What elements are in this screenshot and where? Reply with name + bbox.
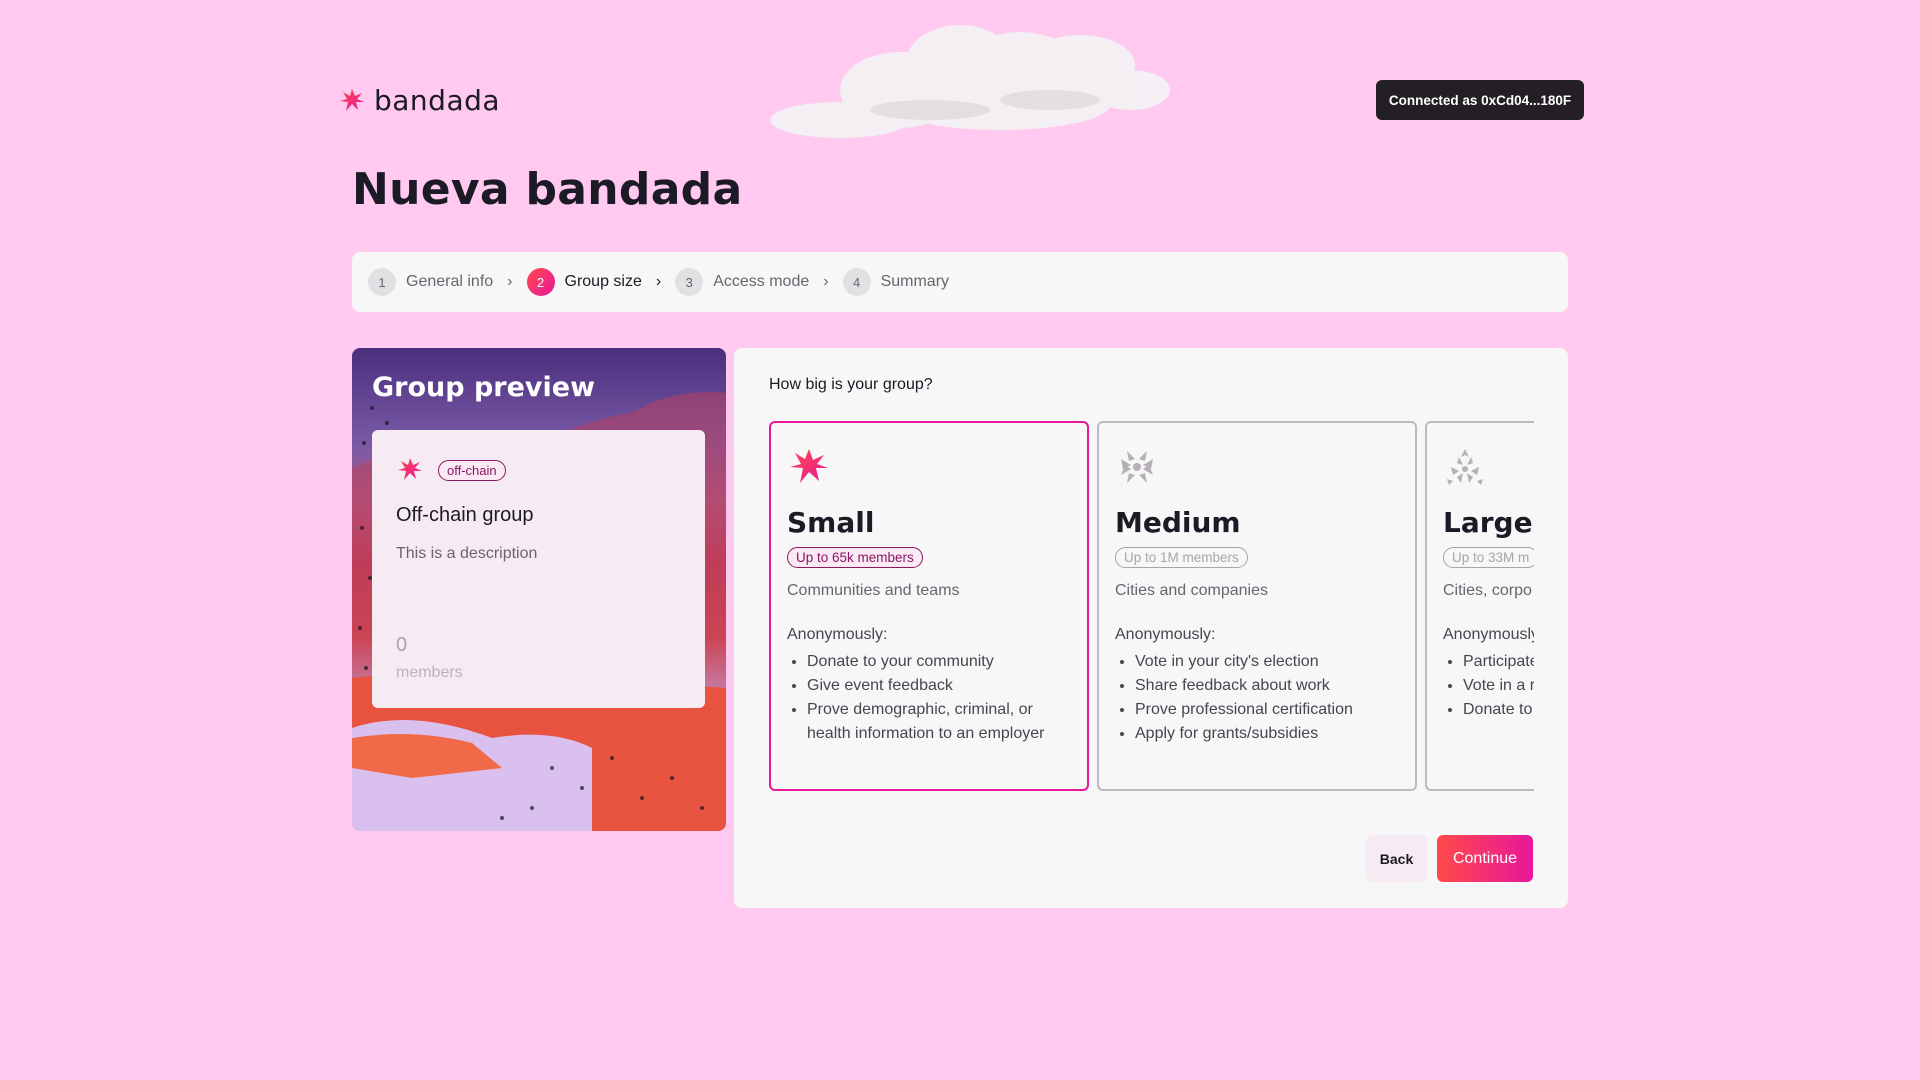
list-item: Give event feedback	[807, 674, 1071, 698]
size-subtitle: Cities, corpo	[1443, 582, 1532, 599]
step-group-size[interactable]: 2 Group size	[526, 268, 642, 296]
small-flock-icon	[790, 449, 828, 483]
use-case-list: Participate Vote in a r Donate to	[1443, 650, 1534, 722]
list-item: Prove demographic, criminal, or health i…	[807, 698, 1071, 746]
use-case-list: Donate to your community Give event feed…	[787, 650, 1071, 746]
step-number: 4	[842, 268, 871, 296]
chevron-right-icon: ›	[655, 273, 662, 290]
step-number: 3	[675, 268, 704, 296]
anonymously-label: Anonymously:	[1115, 626, 1216, 643]
step-label: General info	[406, 273, 494, 290]
member-count-label: members	[396, 664, 463, 681]
list-item: Donate to your community	[807, 650, 1071, 674]
medium-flock-icon	[1121, 451, 1153, 483]
size-name: Large	[1443, 506, 1533, 539]
group-size-panel: How big is your group? Small Up to 65k m…	[734, 348, 1568, 908]
size-option-large[interactable]: Large Up to 33M m Cities, corpo Anonymou…	[1425, 421, 1534, 791]
list-item: Apply for grants/subsidies	[1135, 722, 1399, 746]
preview-group-card: off-chain Off-chain group This is a desc…	[372, 430, 705, 708]
large-flock-icon	[1447, 449, 1483, 485]
logo[interactable]: bandada	[338, 84, 500, 117]
size-options: Small Up to 65k members Communities and …	[769, 421, 1534, 792]
connected-wallet-button[interactable]: Connected as 0xCd04...180F	[1376, 80, 1584, 120]
size-option-medium[interactable]: Medium Up to 1M members Cities and compa…	[1097, 421, 1417, 791]
back-button[interactable]: Back	[1366, 835, 1427, 882]
chevron-right-icon: ›	[823, 273, 829, 290]
step-access-mode[interactable]: 3 Access mode	[675, 268, 809, 296]
logo-text: bandada	[374, 84, 501, 117]
size-badge: Up to 65k members	[787, 547, 923, 568]
stepper: 1 General info › 2 Group size › 3 Access…	[352, 252, 1568, 312]
list-item: Prove professional certification	[1135, 698, 1399, 722]
size-name: Small	[787, 506, 875, 539]
step-summary[interactable]: 4 Summary	[842, 268, 950, 296]
anonymously-label: Anonymously:	[787, 626, 888, 643]
size-subtitle: Cities and companies	[1115, 582, 1268, 599]
anonymously-label: Anonymously:	[1443, 626, 1534, 643]
size-option-small[interactable]: Small Up to 65k members Communities and …	[769, 421, 1089, 791]
bandada-logo-icon	[398, 458, 422, 480]
group-type-badge: off-chain	[438, 459, 506, 481]
step-number: 2	[526, 268, 555, 296]
member-count: 0	[396, 634, 408, 656]
step-label: Group size	[564, 273, 642, 290]
chevron-right-icon: ›	[507, 273, 513, 290]
size-badge: Up to 33M m	[1443, 547, 1534, 568]
size-name: Medium	[1115, 506, 1241, 539]
group-description: This is a description	[396, 545, 538, 562]
step-general-info[interactable]: 1 General info	[368, 268, 493, 296]
continue-button[interactable]: Continue	[1437, 835, 1533, 882]
size-badge: Up to 1M members	[1115, 547, 1248, 568]
bandada-logo-icon	[340, 88, 364, 111]
group-name: Off-chain group	[396, 504, 534, 526]
list-item: Vote in your city's election	[1135, 650, 1399, 674]
page-title: Nueva bandada	[352, 164, 743, 215]
cloud-decoration	[770, 25, 1170, 138]
use-case-list: Vote in your city's election Share feedb…	[1115, 650, 1399, 746]
size-subtitle: Communities and teams	[787, 582, 960, 599]
list-item: Vote in a r	[1463, 674, 1534, 698]
question-label: How big is your group?	[769, 376, 933, 393]
preview-title: Group preview	[372, 372, 596, 403]
step-label: Access mode	[713, 273, 810, 290]
list-item: Share feedback about work	[1135, 674, 1399, 698]
group-preview-panel: Group preview off-chain Off-chain group …	[352, 348, 726, 831]
list-item: Participate	[1463, 650, 1534, 674]
step-number: 1	[368, 268, 396, 296]
list-item: Donate to	[1463, 698, 1534, 722]
step-label: Summary	[880, 273, 950, 290]
